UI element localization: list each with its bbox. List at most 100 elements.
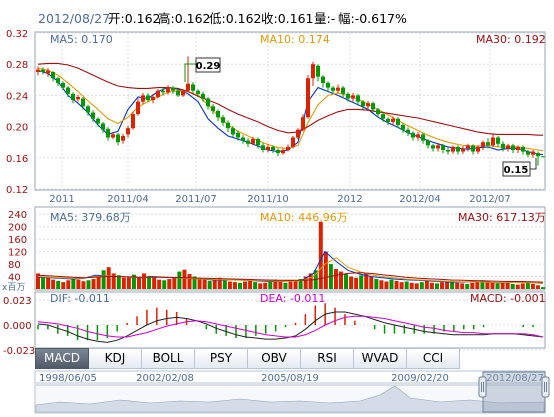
candle-body	[281, 150, 285, 154]
candle-body	[176, 90, 180, 96]
volume-bar	[293, 280, 298, 289]
vol-ma30-label: MA30: 617.13万	[458, 211, 546, 224]
candle-body	[171, 87, 175, 91]
volume-bar	[167, 279, 172, 289]
volume-bar	[46, 277, 51, 289]
price-y-tick: 0.20	[6, 123, 28, 134]
volume-bar	[66, 280, 71, 289]
candle-body	[161, 90, 165, 93]
tab-boll[interactable]: BOLL	[142, 348, 195, 369]
volume-bar	[359, 275, 364, 289]
candle-body	[516, 146, 520, 150]
volume-bar	[142, 273, 147, 289]
tab-macd[interactable]: MACD	[35, 348, 89, 369]
candle-body	[236, 132, 240, 138]
candle-body	[111, 134, 115, 138]
volume-bar	[419, 282, 424, 289]
volume-y-tick: 120	[8, 248, 27, 259]
candle-body	[436, 145, 440, 149]
volume-bar	[126, 276, 131, 289]
candle-body	[486, 142, 490, 146]
candle-body	[106, 128, 110, 138]
volume-bar	[263, 282, 268, 289]
candle-body	[61, 82, 65, 88]
candle-body	[101, 123, 105, 130]
volume-bar	[530, 284, 535, 289]
tab-psy[interactable]: PSY	[195, 348, 248, 369]
volume-bar	[238, 282, 242, 289]
navigator-date-label: 2005/08/19	[261, 373, 319, 384]
volume-bar	[51, 279, 56, 289]
candle-body	[151, 96, 155, 101]
candle-body	[81, 98, 85, 107]
candle-body	[206, 98, 210, 107]
volume-bar	[399, 282, 404, 289]
volume-bar	[535, 285, 540, 289]
navigator-right-handle[interactable]	[541, 376, 550, 398]
price-x-axis: 2011 2011/04 2011/07 2011/10 2012 2012/04 2012…	[49, 194, 511, 205]
tab-cci[interactable]: CCI	[407, 348, 460, 369]
price-panel-frame	[34, 31, 546, 191]
candle-body	[41, 69, 45, 72]
candle-body	[166, 87, 170, 93]
volume-bar	[323, 251, 328, 289]
tab-wvad[interactable]: WVAD	[354, 348, 407, 369]
volume-y-tick: 40	[8, 273, 21, 284]
volume-bar	[71, 278, 76, 289]
volume-bar	[424, 280, 429, 289]
candle-body	[446, 150, 450, 152]
volume-bar	[490, 282, 495, 289]
candle-body	[326, 82, 330, 88]
macd-y-axis: 0.023 0.000 -0.023	[3, 296, 35, 357]
candle-body	[76, 96, 80, 100]
volume-bar	[333, 269, 338, 289]
candle-body	[256, 139, 260, 146]
volume-bar	[505, 282, 510, 289]
candle-body	[301, 117, 305, 130]
volume-bar	[374, 279, 379, 289]
volume-bar	[81, 281, 86, 289]
volume-bar	[212, 279, 217, 289]
navigator-left-handle[interactable]	[478, 376, 487, 398]
volume-bar	[61, 282, 66, 289]
vol-ma5-label: MA5: 379.68万	[50, 211, 131, 224]
candle-body	[196, 90, 200, 94]
volume-bar	[182, 269, 187, 289]
candle-body	[71, 93, 75, 101]
volume-y-tick: 80	[8, 260, 21, 271]
volume-bar	[106, 267, 111, 289]
candle-body	[456, 146, 460, 152]
candle-body	[291, 137, 295, 147]
tab-kdj[interactable]: KDJ	[89, 348, 142, 369]
volume-bar	[232, 282, 237, 289]
volume-bar	[460, 283, 465, 289]
candle-body	[346, 93, 350, 99]
dea-label: DEA: -0.011	[260, 292, 325, 305]
candle-body	[411, 132, 415, 138]
candle-body	[351, 95, 355, 99]
tab-obv[interactable]: OBV	[248, 348, 301, 369]
volume-bar	[495, 283, 500, 289]
volume-bar	[369, 276, 374, 289]
navigator-date-label: 1998/06/05	[39, 373, 97, 384]
volume-bar	[278, 280, 283, 289]
candle-body	[311, 64, 315, 79]
volume-bar	[470, 282, 475, 289]
volume-bar	[76, 279, 81, 289]
navigator-selection[interactable]	[482, 371, 546, 413]
candle-body	[376, 109, 380, 115]
header-open: 开:0.162	[108, 11, 161, 26]
candle-body	[341, 87, 345, 94]
volume-bar	[283, 282, 288, 289]
header-change: 幅:-0.617%	[338, 11, 407, 26]
volume-bar	[510, 284, 515, 289]
price-x-tick: 2011/04	[107, 194, 149, 205]
volume-bar	[227, 281, 232, 289]
price-y-axis: 0.32 0.28 0.24 0.20 0.16 0.12	[6, 29, 28, 196]
price-x-tick: 2012/04	[399, 194, 441, 205]
tab-rsi[interactable]: RSI	[301, 348, 354, 369]
max-marker-label: 0.29	[196, 61, 221, 72]
dif-label: DIF: -0.011	[50, 292, 110, 305]
candle-body	[336, 87, 340, 91]
header-close: 收:0.161	[261, 11, 314, 26]
